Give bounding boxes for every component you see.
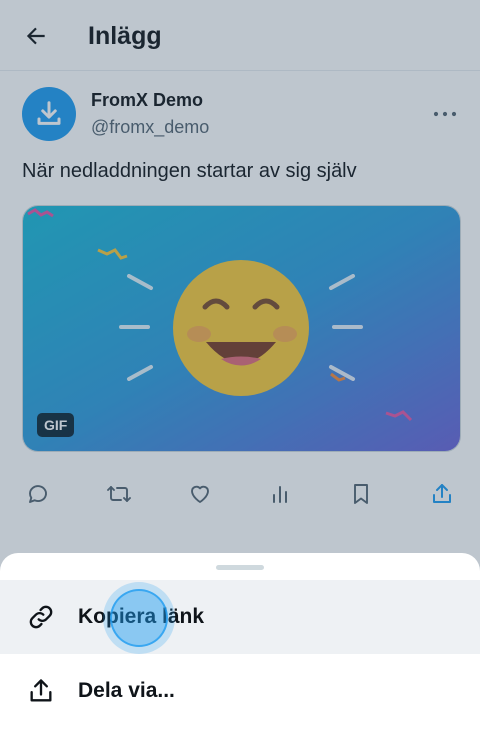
share-via-button[interactable]: Dela via... [0, 654, 480, 728]
touch-indicator [110, 589, 168, 647]
post-screen: Inlägg FromX Demo @fromx_demo När nedlad… [0, 0, 480, 755]
link-icon [27, 603, 55, 631]
copy-link-button[interactable]: Kopiera länk [0, 580, 480, 654]
sheet-handle[interactable] [216, 565, 264, 570]
share-via-label: Dela via... [78, 679, 175, 702]
share-icon [27, 677, 55, 705]
share-sheet: Kopiera länk Dela via... [0, 553, 480, 755]
